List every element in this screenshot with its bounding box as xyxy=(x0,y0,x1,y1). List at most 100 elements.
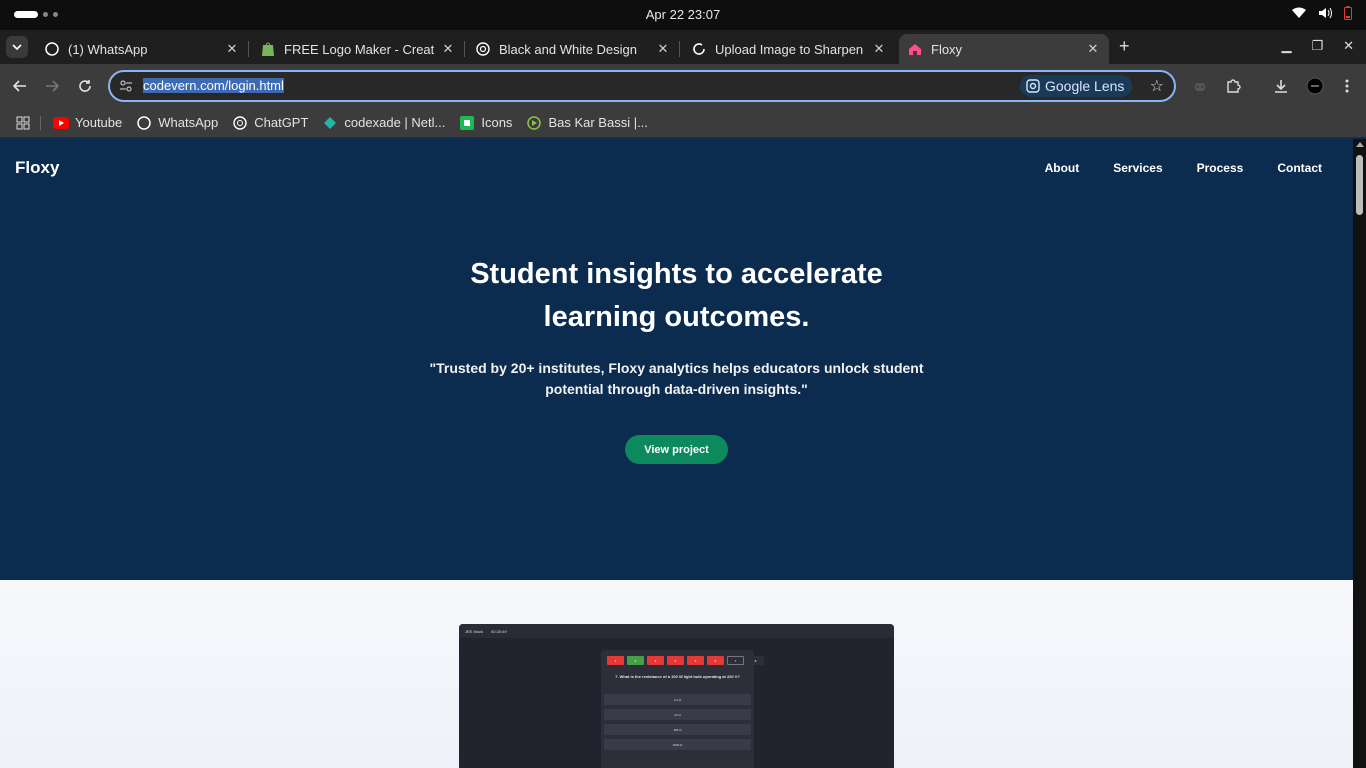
loading-icon xyxy=(691,41,707,57)
bookmark-chatgpt[interactable]: ChatGPT xyxy=(232,115,308,131)
bookmark-whatsapp[interactable]: WhatsApp xyxy=(136,115,218,131)
nav-process[interactable]: Process xyxy=(1197,161,1244,175)
apps-grid-icon xyxy=(16,116,30,129)
lens-label: Google Lens xyxy=(1045,78,1125,94)
tab-close-button[interactable]: ✕ xyxy=(871,41,887,57)
showcase-section: JEE Mock 00:20:49 1 2 3 4 5 6 7 8 7. Wha… xyxy=(0,580,1353,768)
bookmarks-divider xyxy=(40,115,41,130)
tab-close-button[interactable]: ✕ xyxy=(1085,41,1101,57)
icons-icon xyxy=(459,115,475,131)
mock-question-numbers: 1 2 3 4 5 6 7 8 xyxy=(607,656,764,665)
page-scrollbar[interactable] xyxy=(1353,139,1366,768)
arrow-left-icon xyxy=(13,80,26,92)
tab-whatsapp[interactable]: (1) WhatsApp ✕ xyxy=(36,34,248,64)
minimize-icon[interactable]: ▁ xyxy=(1281,38,1291,54)
url-text[interactable]: codevern.com/login.html xyxy=(143,78,284,93)
close-window-icon[interactable]: ✕ xyxy=(1343,38,1354,54)
nav-services[interactable]: Services xyxy=(1113,161,1162,175)
bookmark-star-icon[interactable]: ☆ xyxy=(1150,76,1164,96)
youtube-icon xyxy=(53,115,69,131)
window-controls: ▁ ❐ ✕ xyxy=(1281,38,1354,54)
netlify-icon xyxy=(322,115,338,131)
browser-toolbar: codevern.com/login.html Google Lens ☆ xyxy=(0,64,1366,108)
mock-qnum: 8 xyxy=(747,656,764,665)
view-project-button[interactable]: View project xyxy=(625,435,728,464)
tab-title: Upload Image to Sharpen xyxy=(715,41,864,57)
tab-title: FREE Logo Maker - Create xyxy=(284,41,434,57)
mock-option: 22 Ω xyxy=(604,709,751,720)
tab-strip: (1) WhatsApp ✕ FREE Logo Maker - Create … xyxy=(0,30,1366,64)
mock-question-text: 7. What is the resistance of a 100 W lig… xyxy=(615,674,740,679)
tab-upload-image[interactable]: Upload Image to Sharpen ✕ xyxy=(683,34,895,64)
new-tab-button[interactable]: + xyxy=(1119,36,1130,57)
mock-qnum: 2 xyxy=(627,656,644,665)
restore-icon[interactable]: ❐ xyxy=(1311,38,1323,54)
nav-contact[interactable]: Contact xyxy=(1277,161,1322,175)
chatgpt-icon xyxy=(475,41,491,57)
mock-qnum: 6 xyxy=(707,656,724,665)
site-settings-icon[interactable] xyxy=(119,79,133,93)
reload-icon xyxy=(79,80,91,92)
back-button[interactable] xyxy=(10,76,30,96)
floxy-icon xyxy=(907,41,923,57)
clock[interactable]: Apr 22 23:07 xyxy=(0,7,1366,22)
hero-section: Floxy About Services Process Contact Stu… xyxy=(0,139,1353,580)
apps-button[interactable] xyxy=(16,116,30,130)
assistant-icon[interactable] xyxy=(1190,76,1210,96)
play-icon xyxy=(526,115,542,131)
web-page: Floxy About Services Process Contact Stu… xyxy=(0,139,1353,768)
tab-close-button[interactable]: ✕ xyxy=(655,41,671,57)
shopify-icon xyxy=(260,41,276,57)
bookmark-icons[interactable]: Icons xyxy=(459,115,512,131)
menu-kebab-icon[interactable] xyxy=(1337,76,1357,96)
hero-headline: Student insights to accelerate learning … xyxy=(470,258,883,333)
whatsapp-icon xyxy=(136,115,152,131)
tab-close-button[interactable]: ✕ xyxy=(224,41,240,57)
reload-button[interactable] xyxy=(75,76,95,96)
mock-qnum: 5 xyxy=(687,656,704,665)
extensions-icon[interactable] xyxy=(1223,76,1243,96)
tab-logo-maker[interactable]: FREE Logo Maker - Create ✕ xyxy=(252,34,464,64)
scroll-up-arrow[interactable] xyxy=(1356,142,1364,147)
download-icon[interactable] xyxy=(1271,76,1291,96)
tab-divider xyxy=(464,41,465,57)
hero-subtitle: "Trusted by 20+ institutes, Floxy analyt… xyxy=(429,360,924,397)
tab-title: (1) WhatsApp xyxy=(68,41,148,57)
bookmark-codexade[interactable]: codexade | Netl... xyxy=(322,115,445,131)
google-lens-button[interactable]: Google Lens xyxy=(1020,75,1133,97)
lens-icon xyxy=(1026,79,1040,93)
address-bar[interactable]: codevern.com/login.html Google Lens ☆ xyxy=(108,70,1176,102)
wifi-icon xyxy=(1292,7,1306,18)
arrow-right-icon xyxy=(46,80,59,92)
forward-button[interactable] xyxy=(42,76,62,96)
mock-option: 1000 Ω xyxy=(604,739,751,750)
bookmark-bas-kar-bassi[interactable]: Bas Kar Bassi |... xyxy=(526,115,648,131)
site-logo[interactable]: Floxy xyxy=(15,158,59,178)
chatgpt-icon xyxy=(232,115,248,131)
tab-divider xyxy=(248,41,249,57)
scrollbar-thumb[interactable] xyxy=(1356,155,1363,215)
site-nav: About Services Process Contact xyxy=(1045,161,1322,175)
bookmark-youtube[interactable]: Youtube xyxy=(53,115,122,131)
volume-icon xyxy=(1319,7,1332,19)
system-bar: Apr 22 23:07 xyxy=(0,0,1366,30)
bookmarks-bar: Youtube WhatsApp ChatGPT codexade | Netl… xyxy=(0,108,1366,138)
profile-avatar[interactable] xyxy=(1305,76,1325,96)
system-tray[interactable] xyxy=(1292,6,1352,20)
tab-close-button[interactable]: ✕ xyxy=(440,41,456,57)
chevron-down-icon xyxy=(12,44,22,50)
mock-question-card: 1 2 3 4 5 6 7 8 7. What is the resistanc… xyxy=(601,650,764,768)
battery-icon xyxy=(1344,6,1352,20)
tab-chatgpt-design[interactable]: Black and White Design ✕ xyxy=(467,34,679,64)
tab-divider xyxy=(679,41,680,57)
tab-search-button[interactable] xyxy=(6,36,28,58)
mock-qnum: 7 xyxy=(727,656,744,665)
nav-about[interactable]: About xyxy=(1045,161,1080,175)
tab-floxy[interactable]: Floxy ✕ xyxy=(899,34,1109,64)
mock-qnum: 4 xyxy=(667,656,684,665)
mock-header: JEE Mock 00:20:49 xyxy=(459,624,894,638)
tab-title: Floxy xyxy=(931,41,963,57)
mock-option: 2.2 Ω xyxy=(604,694,751,705)
mock-qnum: 3 xyxy=(647,656,664,665)
whatsapp-icon xyxy=(44,41,60,57)
